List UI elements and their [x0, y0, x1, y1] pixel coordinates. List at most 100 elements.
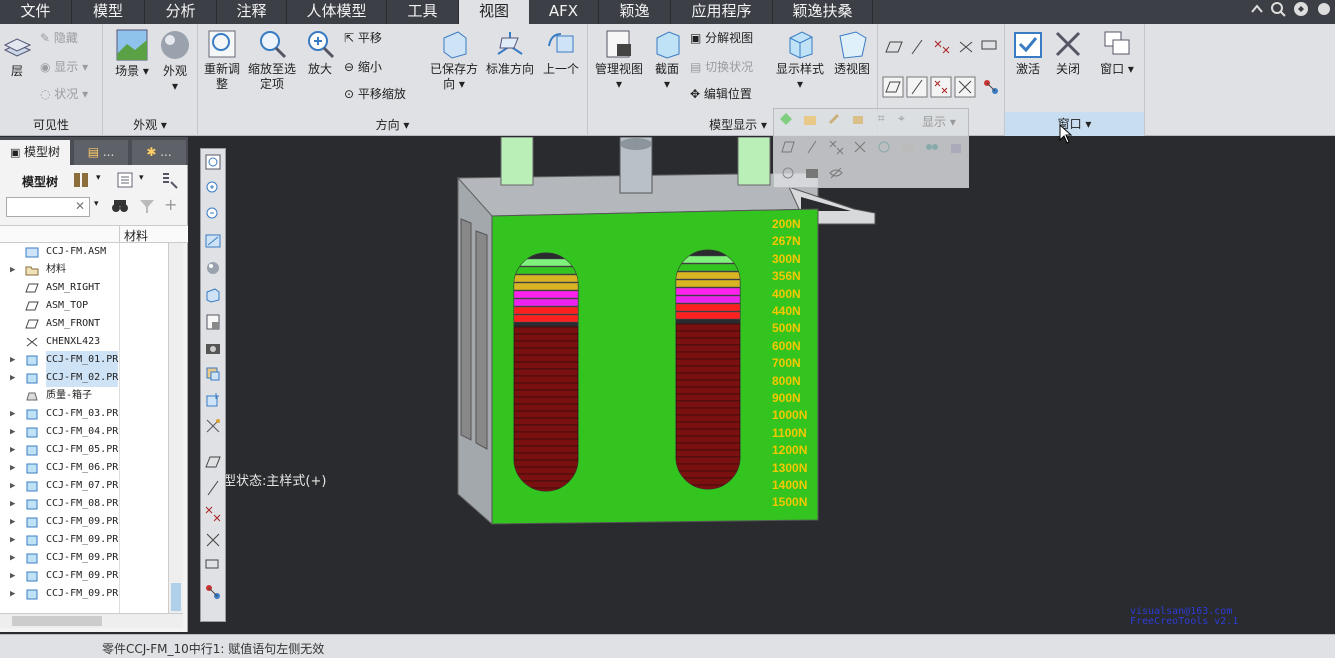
tab-yingyi[interactable]: 颖逸	[599, 0, 671, 24]
csys-float-icon[interactable]	[852, 139, 868, 155]
zoom-in-button[interactable]: 放大	[302, 28, 338, 77]
tree-row[interactable]: CHENXL423	[0, 333, 120, 351]
point-tag-icon[interactable]	[930, 76, 952, 98]
edit-position-button[interactable]: ✥ 编辑位置	[690, 86, 752, 102]
expand-arrow-icon[interactable]: ▶	[10, 459, 15, 477]
group-label-model-display[interactable]: 模型显示 ▾	[588, 116, 767, 133]
tab-afx[interactable]: AFX	[529, 0, 599, 24]
plane-toggle-icon[interactable]	[204, 453, 222, 471]
tab-analysis[interactable]: 分析	[145, 0, 217, 24]
expand-arrow-icon[interactable]: ▶	[10, 351, 15, 369]
manage-views-button[interactable]: 管理视图 ▾	[592, 28, 646, 92]
tab-layers[interactable]: ▤ ...	[74, 140, 128, 165]
spin-center-icon[interactable]	[982, 78, 1000, 96]
clear-search-icon[interactable]: ✕	[75, 199, 85, 213]
zoom-in-tool-icon[interactable]	[204, 179, 222, 197]
tree-row[interactable]: ▶ 材料	[0, 261, 120, 279]
display-style-button[interactable]: 显示样式 ▾	[774, 28, 826, 92]
point-float-icon[interactable]	[828, 139, 844, 155]
activate-button[interactable]: 激活	[1009, 28, 1047, 77]
search-icon[interactable]	[1270, 1, 1286, 17]
standard-orientation-button[interactable]: 标准方向	[484, 28, 536, 77]
tree-row[interactable]: CCJ-FM.ASM	[0, 243, 120, 261]
previous-orientation-button[interactable]: 上一个	[538, 28, 584, 77]
appearance-button[interactable]: 外观 ▾	[155, 28, 195, 94]
rotate-float-icon[interactable]	[780, 165, 796, 181]
column-header-material[interactable]: 材料	[124, 227, 148, 244]
group-label-window[interactable]: 窗口 ▾	[1005, 112, 1144, 136]
expand-arrow-icon[interactable]: ▶	[10, 531, 15, 549]
tree-row[interactable]: ▶ CCJ-FM_04.PR	[0, 423, 120, 441]
tab-applications[interactable]: 应用程序	[671, 0, 773, 24]
tree-row[interactable]: ▶ CCJ-FM_02.PR	[0, 369, 120, 387]
expand-arrow-icon[interactable]: ▶	[10, 405, 15, 423]
expand-arrow-icon[interactable]: ▶	[10, 423, 15, 441]
tree-row[interactable]: ▶ CCJ-FM_08.PR	[0, 495, 120, 513]
tab-file[interactable]: 文件	[0, 0, 72, 24]
csys-toggle-icon[interactable]	[204, 531, 222, 549]
annotation-toggle-icon[interactable]	[204, 557, 222, 575]
tab-annotate[interactable]: 注释	[217, 0, 287, 24]
show-button[interactable]: ◉ 显示 ▾	[40, 59, 88, 75]
add-column-icon[interactable]: +	[164, 195, 177, 214]
tree-row[interactable]: ASM_TOP	[0, 297, 120, 315]
eraser-icon[interactable]	[850, 111, 866, 127]
expand-arrow-icon[interactable]: ▶	[10, 261, 15, 279]
tab-model[interactable]: 模型	[72, 0, 145, 24]
tree-row[interactable]: ASM_FRONT	[0, 315, 120, 333]
find-binoculars-icon[interactable]	[110, 197, 130, 215]
tab-tools[interactable]: 工具	[387, 0, 459, 24]
axis-display-icon[interactable]	[908, 38, 928, 56]
point-toggle-icon[interactable]	[204, 505, 222, 523]
saved-orientations-button[interactable]: 已保存方向 ▾	[428, 28, 480, 92]
pan-button[interactable]: ⇱ 平移	[344, 30, 382, 46]
plane-display-icon[interactable]	[884, 38, 904, 56]
csys-tag-icon[interactable]	[954, 76, 976, 98]
refit-button[interactable]: 重新调整	[202, 28, 242, 92]
status-button[interactable]: ◌ 状况 ▾	[40, 86, 88, 102]
section-tool-icon[interactable]	[204, 365, 222, 383]
tree-columns-icon[interactable]	[160, 171, 180, 189]
datum-display-icon[interactable]	[778, 111, 794, 127]
expand-arrow-icon[interactable]: ▶	[10, 441, 15, 459]
collapse-ribbon-icon[interactable]	[1250, 2, 1264, 16]
tree-vertical-scrollbar[interactable]	[168, 243, 183, 613]
toggle-status-button[interactable]: ▤ 切换状况	[690, 59, 753, 75]
perspective-button[interactable]: 透视图	[830, 28, 874, 77]
settings-icon[interactable]	[1316, 1, 1332, 17]
help-icon[interactable]	[1293, 1, 1309, 17]
camera-float-icon[interactable]	[804, 165, 820, 181]
axis-tag-icon[interactable]	[906, 76, 928, 98]
tree-horizontal-scrollbar[interactable]	[0, 613, 183, 628]
open-folder-icon[interactable]	[802, 111, 818, 127]
saved-views-tool-icon[interactable]	[204, 286, 222, 304]
annotation-display-icon[interactable]	[980, 38, 1000, 56]
group-label-appearance[interactable]: 外观 ▾	[103, 116, 197, 133]
show-filter-dropdown[interactable]: ▾	[139, 173, 144, 183]
zoom-to-selected-button[interactable]: 缩放至选定项	[246, 28, 298, 92]
tree-row[interactable]: ▶ CCJ-FM_09.PR	[0, 549, 120, 567]
graphics-viewport[interactable]: 200N 267N 300N 356N 400N 440N 500N 600N 700N 800N…	[189, 137, 1335, 633]
camera-tool-icon[interactable]	[204, 339, 222, 357]
tab-favorites[interactable]: ✱ ...	[132, 140, 186, 165]
h-scrollbar-thumb[interactable]	[12, 616, 102, 626]
tree-search-input[interactable]: ✕	[6, 197, 90, 217]
refit-view-icon[interactable]	[204, 153, 222, 171]
close-window-button[interactable]: 关闭	[1049, 28, 1087, 77]
scene-button[interactable]: 场景 ▾	[111, 28, 153, 79]
display-group-label[interactable]: 显示 ▾	[922, 113, 956, 130]
tree-row[interactable]: ▶ CCJ-FM_09.PR	[0, 531, 120, 549]
plane-float-icon[interactable]	[780, 139, 796, 155]
display-style-tool-icon[interactable]	[204, 259, 222, 277]
tree-row[interactable]: 质量-箱子	[0, 387, 120, 405]
view-manager-tool-icon[interactable]	[204, 313, 222, 331]
expand-arrow-icon[interactable]: ▶	[10, 567, 15, 585]
expand-arrow-icon[interactable]: ▶	[10, 369, 15, 387]
show-filter-icon[interactable]	[116, 171, 134, 189]
tree-settings-dropdown[interactable]: ▾	[96, 173, 101, 183]
repaint-icon[interactable]	[204, 232, 222, 250]
expand-arrow-icon[interactable]: ▶	[10, 513, 15, 531]
scrollbar-thumb[interactable]	[171, 583, 181, 611]
spin-center-tool-icon[interactable]	[204, 391, 222, 409]
zoom-out-tool-icon[interactable]	[204, 205, 222, 223]
